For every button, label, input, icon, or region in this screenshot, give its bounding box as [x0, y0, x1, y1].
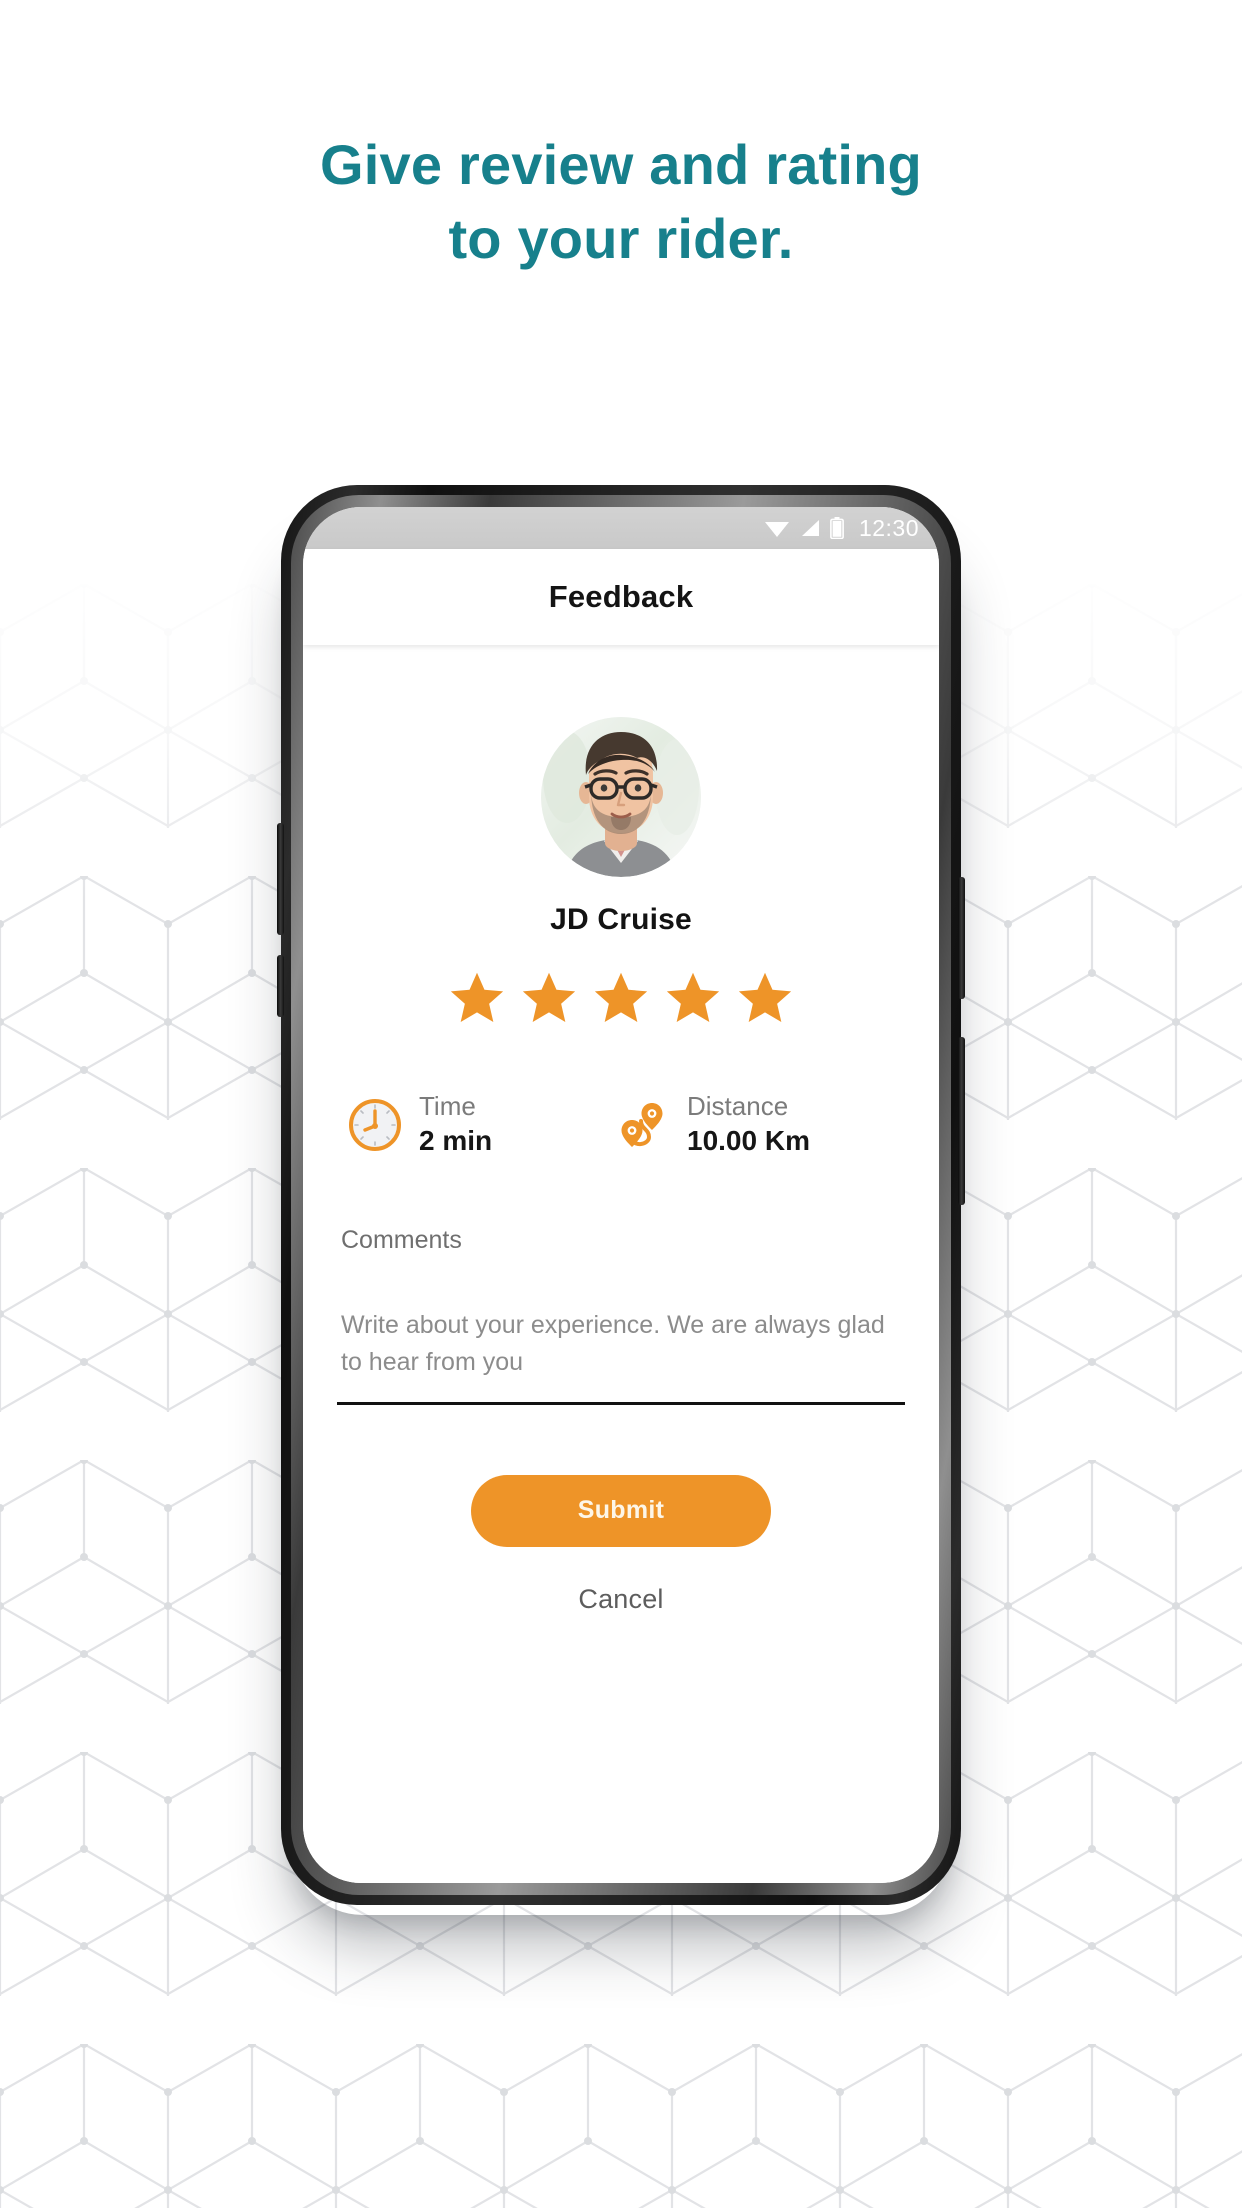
cancel-button[interactable]: Cancel [572, 1583, 669, 1616]
feedback-screen-content: JD Cruise Time 2 min Distance 10.00 Km C… [303, 717, 939, 1883]
comments-label: Comments [341, 1226, 462, 1255]
phone-mockup: 12:30 Feedback JD Cruise Time 2 min Dist… [277, 485, 965, 1910]
trip-stats: Time 2 min Distance 10.00 Km [337, 1089, 905, 1160]
phone-screen: 12:30 Feedback JD Cruise Time 2 min Dist… [303, 507, 939, 1883]
star-icon-5[interactable] [737, 969, 793, 1025]
status-bar-icons: 12:30 [764, 515, 919, 542]
status-bar-clock: 12:30 [858, 514, 919, 541]
stat-distance-text: Distance 10.00 Km [687, 1089, 810, 1160]
route-pin-icon [621, 1102, 663, 1147]
battery-icon [830, 517, 844, 539]
avatar [541, 717, 701, 877]
power-button[interactable] [958, 1037, 965, 1205]
comments-input[interactable]: Write about your experience. We are alwa… [337, 1307, 905, 1380]
status-bar: 12:30 [303, 507, 939, 549]
wifi-icon [764, 522, 789, 537]
assistant-button[interactable] [277, 955, 284, 1017]
volume-rocker-button[interactable] [958, 877, 965, 999]
star-icon-2[interactable] [521, 969, 577, 1025]
app-bar: Feedback [303, 549, 939, 645]
stat-time-value: 2 min [419, 1125, 493, 1157]
star-icon-1[interactable] [449, 969, 505, 1025]
rider-name: JD Cruise [550, 903, 692, 936]
app-bar-title: Feedback [548, 579, 694, 614]
page-title: Give review and rating to your rider. [0, 128, 1242, 276]
star-icon-3[interactable] [593, 969, 649, 1025]
volume-button[interactable] [277, 823, 284, 935]
page-title-line-2: to your rider. [448, 206, 794, 270]
stat-time-text: Time 2 min [419, 1089, 492, 1160]
clock-icon [349, 1098, 401, 1151]
stat-distance: Distance 10.00 Km [615, 1089, 810, 1160]
rating-stars[interactable] [337, 969, 905, 1025]
stat-distance-label: Distance [687, 1091, 789, 1121]
stat-time: Time 2 min [347, 1089, 615, 1160]
submit-button[interactable]: Submit [471, 1474, 771, 1547]
star-icon-4[interactable] [665, 969, 721, 1025]
comments-underline [337, 1401, 905, 1405]
signal-icon [801, 520, 819, 536]
page-title-line-1: Give review and rating [320, 133, 922, 196]
stat-time-label: Time [419, 1091, 476, 1121]
phone-body: 12:30 Feedback JD Cruise Time 2 min Dist… [277, 485, 965, 1905]
stat-distance-value: 10.00 Km [687, 1125, 810, 1157]
